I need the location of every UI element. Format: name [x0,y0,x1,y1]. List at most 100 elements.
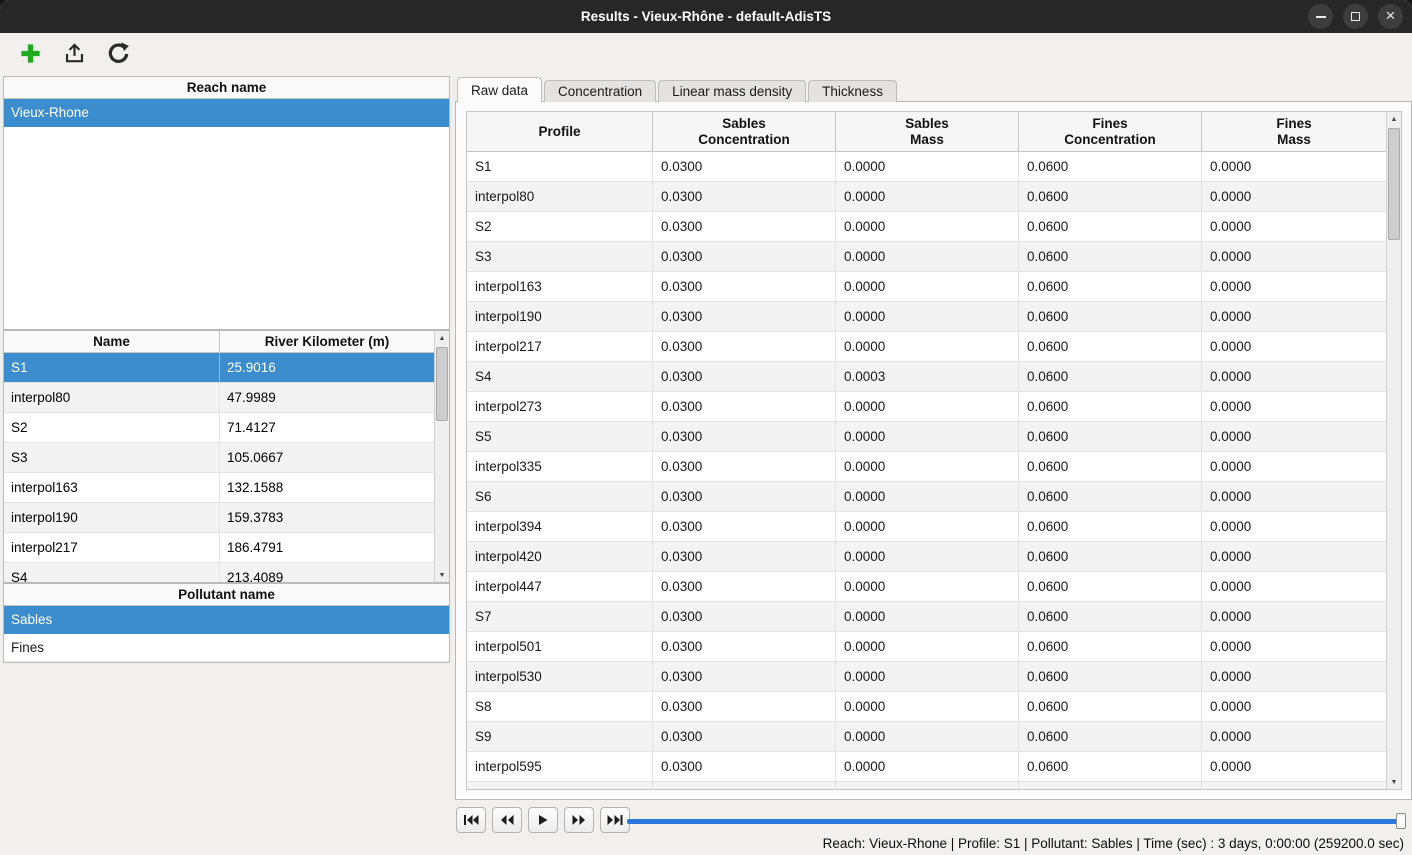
pollutant-item[interactable]: Fines [4,634,449,662]
results-row[interactable]: interpol394 0.0300 0.0000 0.0600 0.0000 [467,512,1386,542]
profile-cell: interpol530 [467,662,653,691]
results-row[interactable]: S8 0.0300 0.0000 0.0600 0.0000 [467,692,1386,722]
profile-name-cell: interpol190 [4,503,220,532]
scroll-up-icon[interactable]: ▲ [435,331,449,345]
pollutant-item[interactable]: Sables [4,606,449,634]
close-button[interactable]: × [1378,4,1403,29]
results-row[interactable]: interpol595 0.0300 0.0000 0.0600 0.0000 [467,752,1386,782]
profile-row[interactable]: interpol190 159.3783 [4,503,434,533]
fines-concentration-cell: 0.0600 [1019,482,1202,511]
tab[interactable]: Concentration [544,80,656,102]
results-row[interactable]: interpol420 0.0300 0.0000 0.0600 0.0000 [467,542,1386,572]
results-row[interactable]: interpol335 0.0300 0.0000 0.0600 0.0000 [467,452,1386,482]
results-scrollbar-thumb[interactable] [1388,128,1400,240]
step-forward-button[interactable] [564,807,594,833]
fines-mass-cell: 0.0000 [1202,482,1386,511]
results-row[interactable]: interpol217 0.0300 0.0000 0.0600 0.0000 [467,332,1386,362]
sables-mass-cell: 0.0003 [836,362,1019,391]
fines-mass-cell: 0.0000 [1202,602,1386,631]
profile-row[interactable]: interpol217 186.4791 [4,533,434,563]
results-table-body: S1 0.0300 0.0000 0.0600 0.0000 interpol8… [467,152,1386,789]
sables-concentration-cell: 0.0300 [653,632,836,661]
sables-concentration-cell: 0.0300 [653,422,836,451]
fines-concentration-cell: 0.0600 [1019,272,1202,301]
step-back-button[interactable] [492,807,522,833]
sables-concentration-cell: 0.0300 [653,182,836,211]
results-row[interactable]: S7 0.0300 0.0000 0.0600 0.0000 [467,602,1386,632]
results-column-header[interactable]: Fines Concentration [1019,112,1202,151]
column-header-river-kilometer[interactable]: River Kilometer (m) [220,331,434,352]
scroll-down-icon[interactable]: ▼ [435,568,449,582]
results-row[interactable]: S5 0.0300 0.0000 0.0600 0.0000 [467,422,1386,452]
scroll-up-icon[interactable]: ▲ [1387,112,1401,126]
maximize-button[interactable] [1343,4,1368,29]
tab[interactable]: Thickness [808,80,897,102]
sables-concentration-cell: 0.0300 [653,572,836,601]
fines-concentration-cell: 0.0600 [1019,362,1202,391]
export-button[interactable] [60,39,88,67]
minimize-button[interactable] [1308,4,1333,29]
profile-row[interactable]: S3 105.0667 [4,443,434,473]
profile-cell: S1 [467,152,653,181]
profile-row[interactable]: interpol163 132.1588 [4,473,434,503]
reach-list: Vieux-Rhone [4,99,449,127]
sables-concentration-cell: 0.0300 [653,152,836,181]
fines-concentration-cell: 0.0600 [1019,392,1202,421]
sables-mass-cell: 0.0000 [836,542,1019,571]
sables-concentration-cell: 0.0300 [653,692,836,721]
fines-concentration-cell: 0.0600 [1019,722,1202,751]
profile-row[interactable]: interpol80 47.9989 [4,383,434,413]
results-scrollbar[interactable]: ▲ ▼ [1386,112,1401,789]
results-row[interactable]: S1 0.0300 0.0000 0.0600 0.0000 [467,152,1386,182]
profile-cell: interpol273 [467,392,653,421]
profile-kilometer-cell: 71.4127 [220,413,434,442]
results-row[interactable]: interpol501 0.0300 0.0000 0.0600 0.0000 [467,632,1386,662]
skip-to-end-button[interactable] [600,807,630,833]
results-row[interactable]: S10 0.0300 0.0000 0.0600 0.0000 [467,782,1386,789]
results-row[interactable]: interpol80 0.0300 0.0000 0.0600 0.0000 [467,182,1386,212]
tab[interactable]: Linear mass density [658,80,806,102]
refresh-button[interactable] [104,39,132,67]
profile-cell: S3 [467,242,653,271]
slider-track[interactable] [627,819,1406,824]
scroll-down-icon[interactable]: ▼ [1387,775,1401,789]
fines-concentration-cell: 0.0600 [1019,332,1202,361]
results-column-header[interactable]: Sables Concentration [653,112,836,151]
profile-row[interactable]: S4 213.4089 [4,563,434,582]
time-slider[interactable] [627,812,1406,830]
results-row[interactable]: S9 0.0300 0.0000 0.0600 0.0000 [467,722,1386,752]
results-row[interactable]: S4 0.0300 0.0003 0.0600 0.0000 [467,362,1386,392]
sables-concentration-cell: 0.0300 [653,242,836,271]
results-row[interactable]: S3 0.0300 0.0000 0.0600 0.0000 [467,242,1386,272]
results-row[interactable]: S2 0.0300 0.0000 0.0600 0.0000 [467,212,1386,242]
profile-cell: interpol420 [467,542,653,571]
results-row[interactable]: interpol530 0.0300 0.0000 0.0600 0.0000 [467,662,1386,692]
sables-mass-cell: 0.0000 [836,272,1019,301]
results-row[interactable]: S6 0.0300 0.0000 0.0600 0.0000 [467,482,1386,512]
play-button[interactable] [528,807,558,833]
slider-handle[interactable] [1396,813,1406,829]
profile-cell: S5 [467,422,653,451]
reach-item[interactable]: Vieux-Rhone [4,99,449,127]
fines-mass-cell: 0.0000 [1202,782,1386,789]
results-column-header[interactable]: Sables Mass [836,112,1019,151]
add-button[interactable] [16,39,44,67]
results-row[interactable]: interpol163 0.0300 0.0000 0.0600 0.0000 [467,272,1386,302]
column-header-name[interactable]: Name [4,331,220,352]
fines-mass-cell: 0.0000 [1202,392,1386,421]
sables-mass-cell: 0.0000 [836,512,1019,541]
results-column-header[interactable]: Profile [467,112,653,151]
profiles-scrollbar-thumb[interactable] [436,347,448,421]
results-column-header[interactable]: Fines Mass [1202,112,1386,151]
skip-to-start-button[interactable] [456,807,486,833]
profile-row[interactable]: S2 71.4127 [4,413,434,443]
results-row[interactable]: interpol447 0.0300 0.0000 0.0600 0.0000 [467,572,1386,602]
profile-cell: interpol190 [467,302,653,331]
step-forward-icon [571,814,587,826]
results-row[interactable]: interpol273 0.0300 0.0000 0.0600 0.0000 [467,392,1386,422]
profile-row[interactable]: S1 25.9016 [4,353,434,383]
tab[interactable]: Raw data [457,77,542,102]
results-row[interactable]: interpol190 0.0300 0.0000 0.0600 0.0000 [467,302,1386,332]
profiles-scrollbar[interactable]: ▲ ▼ [434,331,449,582]
fines-concentration-cell: 0.0600 [1019,572,1202,601]
